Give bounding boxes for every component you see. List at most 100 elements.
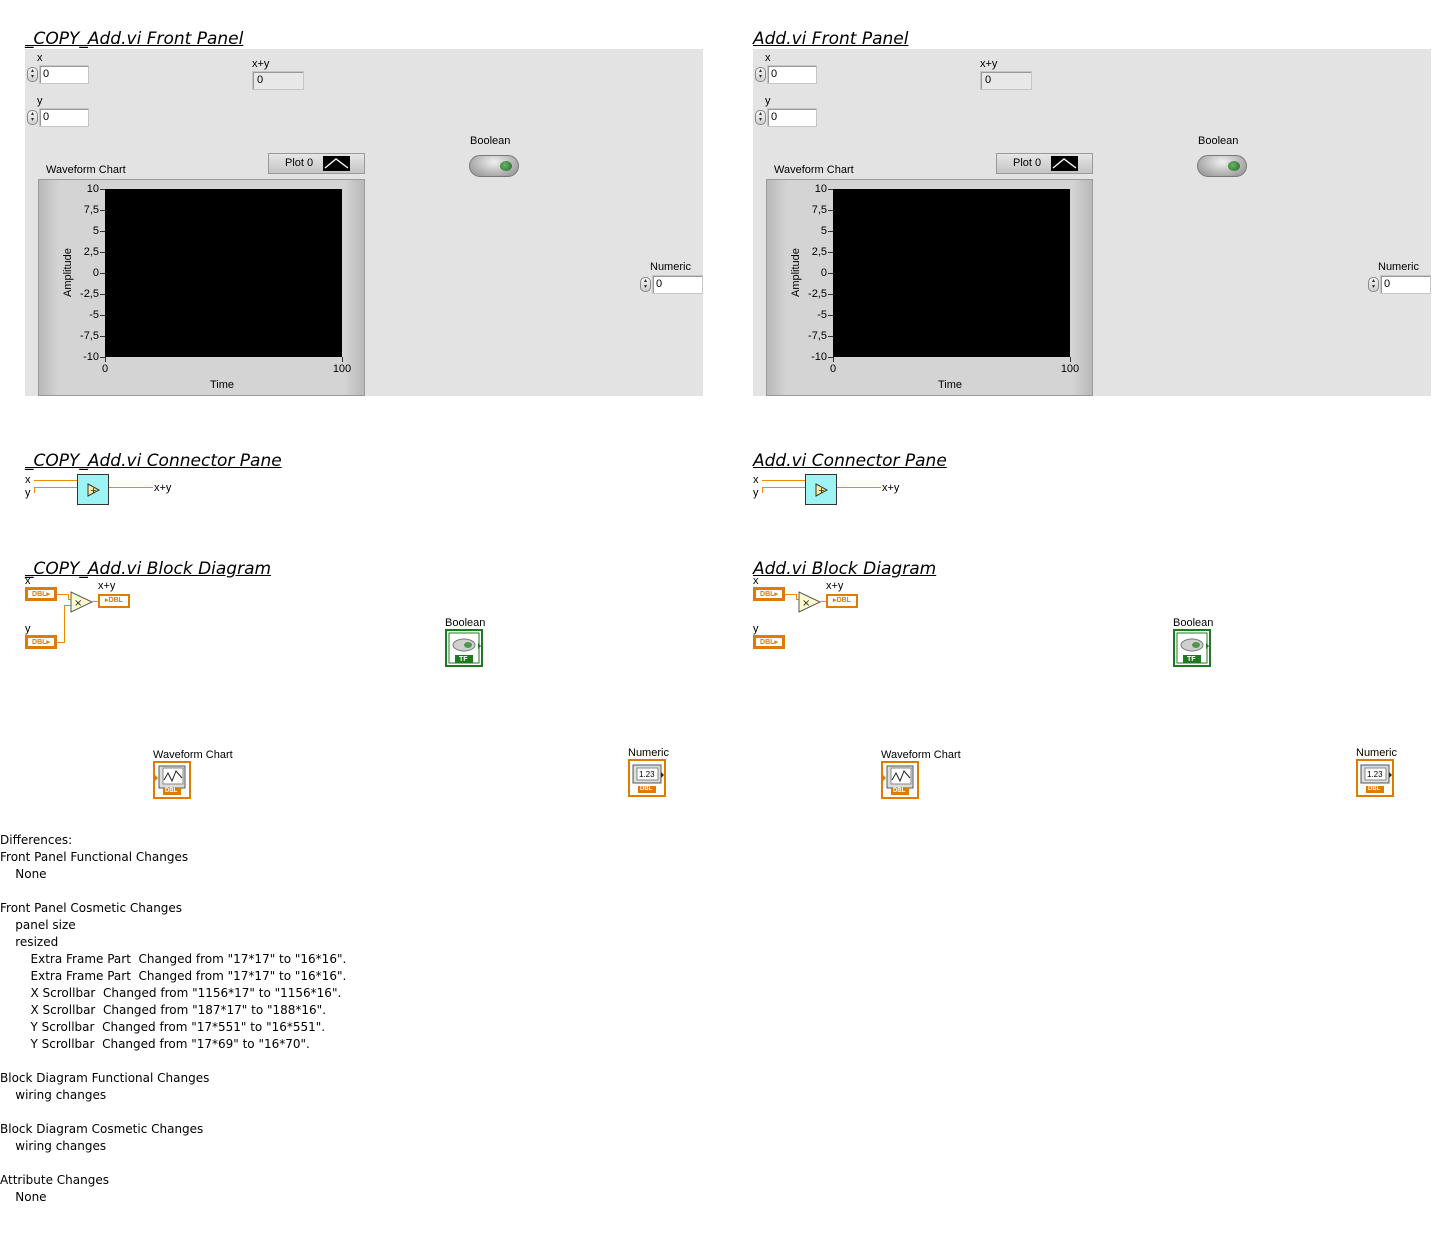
numeric-input[interactable]: 0 [1380, 275, 1431, 294]
y-numeric-input[interactable]: 0 [39, 108, 89, 127]
x-numeric-input[interactable]: 0 [39, 65, 89, 84]
y-tick-label: 0 [92, 267, 99, 279]
x-tick-label: 0 [829, 363, 837, 375]
bd-boolean-type: TF [1187, 656, 1196, 663]
waveform-chart-label: Waveform Chart [774, 164, 854, 176]
difference-line: None [0, 867, 47, 881]
bd-y-wire [64, 605, 65, 643]
y-control-label: y [37, 95, 43, 107]
y-tick-label: -5 [89, 309, 99, 321]
numeric-control[interactable]: ▴ ▾ 0 [640, 275, 703, 294]
boolean-label: Boolean [470, 135, 511, 147]
x-tick-mark [1070, 357, 1071, 362]
bd-numeric-terminal[interactable]: 1.23 DBL [628, 759, 666, 797]
front-panel: x ▴ ▾ 0 y ▴ ▾ 0 x+y 0 Boolean Numeric ▴ ▾ 0… [25, 49, 703, 396]
increment-decrement-icon[interactable]: ▴ ▾ [755, 67, 766, 82]
led-light-icon [500, 161, 512, 171]
plot-legend[interactable]: Plot 0 [268, 153, 365, 174]
front-panel: x ▴ ▾ 0 y ▴ ▾ 0 x+y 0 Boolean Numeric ▴ ▾ 0… [753, 49, 1431, 396]
bd-numeric-display: 1.23 [1367, 770, 1383, 779]
connector-x-label: x [753, 474, 759, 486]
bd-chart-type: DBL [165, 788, 178, 794]
x-tick-mark [833, 357, 834, 362]
block-diagram-title: _COPY_Add.vi Block Diagram [25, 559, 272, 579]
y-tick-label: 5 [820, 225, 827, 237]
bd-x-terminal[interactable]: DBL▸ [753, 587, 785, 601]
bd-y-terminal[interactable]: DBL▸ [25, 635, 57, 649]
x-control-label: x [765, 52, 771, 64]
numeric-control[interactable]: ▴ ▾ 0 [1368, 275, 1431, 294]
x-tick-mark [342, 357, 343, 362]
bd-xy-terminal[interactable]: ▸DBL [826, 594, 858, 608]
y-tick-label: -2,5 [80, 288, 99, 300]
plot-legend[interactable]: Plot 0 [996, 153, 1093, 174]
bd-numeric-terminal[interactable]: 1.23 DBL [1356, 759, 1394, 797]
connector-out-label: x+y [882, 482, 900, 494]
bd-boolean-label: Boolean [1173, 617, 1214, 629]
boolean-led-button[interactable] [469, 155, 519, 177]
difference-line: Y Scrollbar Changed from "17*69" to "16*… [0, 1037, 310, 1051]
connector-pane-icon[interactable]: + [805, 474, 837, 505]
bd-boolean-type: TF [459, 656, 468, 663]
connector-pane-title: _COPY_Add.vi Connector Pane [25, 451, 282, 471]
difference-line: Block Diagram Cosmetic Changes [0, 1122, 204, 1136]
add-function-icon[interactable]: × [70, 591, 94, 613]
bd-boolean-label: Boolean [445, 617, 486, 629]
numeric-input[interactable]: 0 [652, 275, 703, 294]
connector-out-wire [837, 487, 881, 488]
bd-y-terminal[interactable]: DBL▸ [753, 635, 785, 649]
y-tick-label: 0 [820, 267, 827, 279]
difference-line: wiring changes [0, 1088, 107, 1102]
increment-decrement-icon[interactable]: ▴ ▾ [27, 110, 38, 125]
left-block-diagram-section: _COPY_Add.vi Block Diagram x DBL▸ y DBL▸… [25, 559, 705, 809]
x-control[interactable]: ▴ ▾ 0 [27, 65, 89, 84]
y-tick-label: -2,5 [808, 288, 827, 300]
bd-chart-terminal[interactable]: DBL [153, 761, 191, 799]
connector-y-label: y [25, 487, 31, 499]
chart-plot-area[interactable] [105, 189, 342, 357]
bd-numeric-label: Numeric [628, 747, 669, 759]
y-control[interactable]: ▴ ▾ 0 [755, 108, 817, 127]
y-tick-label: -7,5 [80, 330, 99, 342]
bd-x-terminal[interactable]: DBL▸ [25, 587, 57, 601]
increment-decrement-icon[interactable]: ▴ ▾ [640, 277, 651, 292]
increment-decrement-icon[interactable]: ▴ ▾ [755, 110, 766, 125]
bd-out-wire [91, 601, 98, 602]
bd-boolean-terminal[interactable]: TF [445, 629, 483, 667]
y-tick-label: 2,5 [811, 246, 827, 258]
y-tick-label: 7,5 [811, 204, 827, 216]
connector-pane-icon[interactable]: + [77, 474, 109, 505]
front-panel-title: _COPY_Add.vi Front Panel [25, 29, 244, 49]
y-control[interactable]: ▴ ▾ 0 [27, 108, 89, 127]
difference-line: Front Panel Cosmetic Changes [0, 901, 183, 915]
y-numeric-input[interactable]: 0 [767, 108, 817, 127]
plot-line-icon [1051, 156, 1078, 171]
difference-line: wiring changes [0, 1139, 107, 1153]
add-function-icon[interactable]: × [798, 591, 822, 613]
bd-xy-terminal[interactable]: ▸DBL [98, 594, 130, 608]
bd-boolean-terminal[interactable]: TF [1173, 629, 1211, 667]
difference-line: X Scrollbar Changed from "1156*17" to "1… [0, 986, 342, 1000]
svg-text:+: + [90, 486, 97, 495]
boolean-led-button[interactable] [1197, 155, 1247, 177]
bd-numeric-display: 1.23 [639, 770, 655, 779]
bd-x-label: x [753, 575, 759, 587]
y-control-label: y [765, 95, 771, 107]
boolean-label: Boolean [1198, 135, 1239, 147]
led-light-icon [1228, 161, 1240, 171]
increment-decrement-icon[interactable]: ▴ ▾ [27, 67, 38, 82]
difference-line: Front Panel Functional Changes [0, 850, 189, 864]
x-control[interactable]: ▴ ▾ 0 [755, 65, 817, 84]
difference-line: panel size [0, 918, 76, 932]
bd-xy-label: x+y [826, 580, 844, 592]
x-tick-label: 0 [101, 363, 109, 375]
bd-chart-terminal[interactable]: DBL [881, 761, 919, 799]
right-front-panel-section: Add.vi Front Panel x ▴ ▾ 0 y ▴ ▾ 0 x+y 0 B… [753, 29, 1433, 399]
x-numeric-input[interactable]: 0 [767, 65, 817, 84]
xy-indicator: 0 [252, 71, 304, 90]
x-axis-title: Time [210, 379, 235, 391]
bd-numeric-type: DBL [640, 786, 653, 792]
increment-decrement-icon[interactable]: ▴ ▾ [1368, 277, 1379, 292]
chart-plot-area[interactable] [833, 189, 1070, 357]
bd-chart-label: Waveform Chart [881, 749, 961, 761]
